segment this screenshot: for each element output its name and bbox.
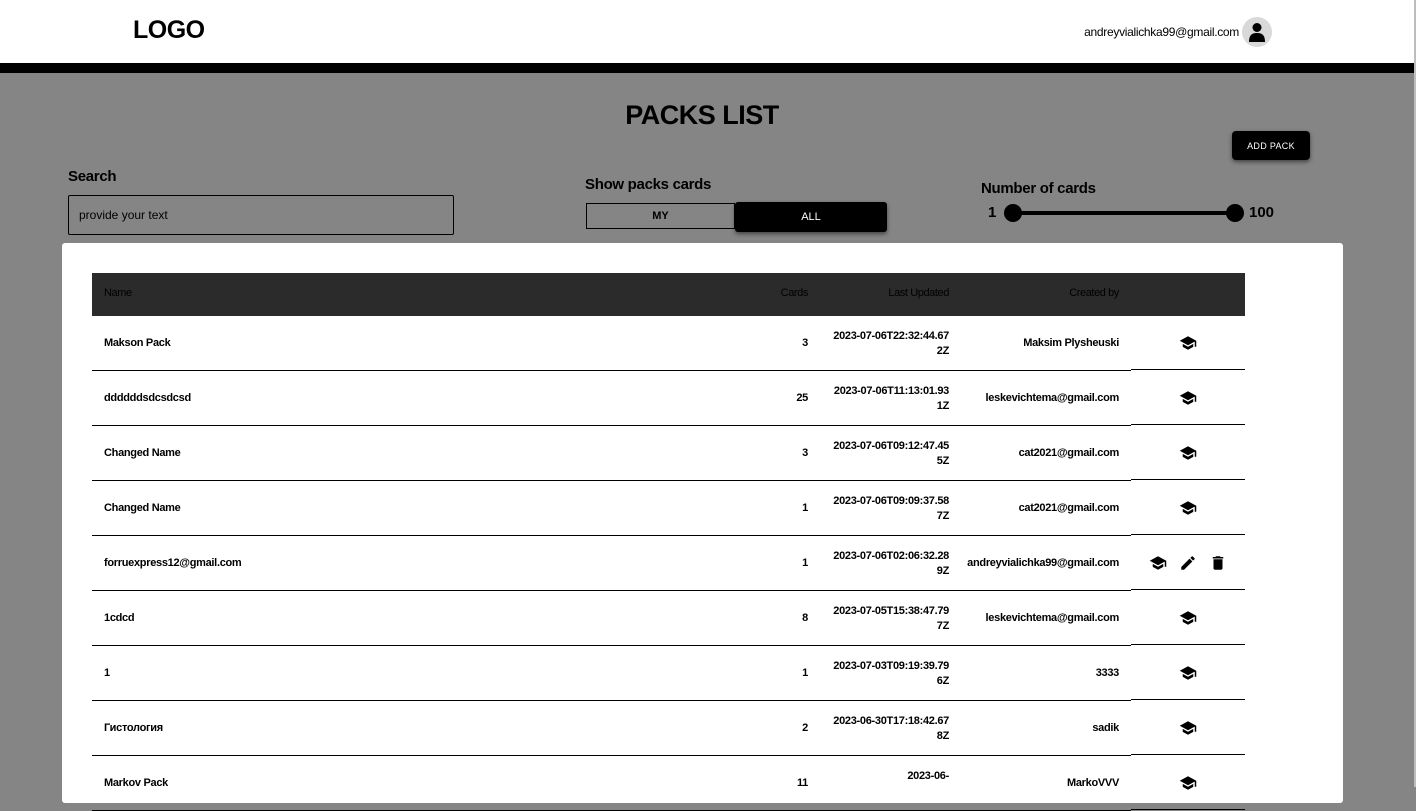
range-slider-max-thumb[interactable] bbox=[1226, 204, 1244, 222]
column-header-last-updated[interactable]: Last Updated bbox=[888, 287, 949, 299]
row-divider-actions bbox=[1131, 534, 1245, 535]
pack-name-cell[interactable]: ddddddsdcsdcsd bbox=[104, 392, 191, 404]
row-divider-actions bbox=[1131, 644, 1245, 645]
edit-icon[interactable] bbox=[1179, 554, 1197, 572]
toggle-all-button[interactable]: ALL bbox=[735, 202, 887, 232]
last-updated-cell: 2023-06-30T17:18:42.678Z bbox=[833, 715, 949, 742]
range-slider-min-thumb[interactable] bbox=[1004, 204, 1022, 222]
table-row: ddddddsdcsdcsd 25 2023-07-06T11:13:01.931Z… bbox=[92, 371, 1245, 426]
learn-icon[interactable] bbox=[1179, 609, 1197, 627]
pack-name-cell[interactable]: Markov Pack bbox=[104, 777, 168, 789]
last-updated-cell: 2023-07-06T09:12:47.455Z bbox=[833, 440, 949, 467]
table-row: 1 1 2023-07-03T09:19:39.796Z 3333 bbox=[92, 646, 1245, 701]
cards-count-cell: 3 bbox=[802, 447, 808, 459]
avatar[interactable] bbox=[1242, 17, 1272, 47]
row-divider-actions bbox=[1131, 369, 1245, 370]
page-title: PACKS LIST bbox=[625, 100, 779, 130]
row-actions bbox=[1131, 554, 1245, 572]
learn-icon[interactable] bbox=[1179, 444, 1197, 462]
search-label: Search bbox=[68, 168, 117, 185]
learn-icon[interactable] bbox=[1179, 719, 1197, 737]
row-divider-actions bbox=[1131, 699, 1245, 700]
cards-count-cell: 1 bbox=[802, 502, 808, 514]
last-updated-cell: 2023-07-05T15:38:47.797Z bbox=[833, 605, 949, 632]
column-header-created-by[interactable]: Created by bbox=[1069, 287, 1119, 299]
search-input[interactable] bbox=[68, 195, 454, 235]
table-row: forruexpress12@gmail.com 1 2023-07-06T02:0… bbox=[92, 536, 1245, 591]
row-actions bbox=[1131, 389, 1245, 407]
pack-name-cell[interactable]: Makson Pack bbox=[104, 337, 171, 349]
cards-count-cell: 11 bbox=[796, 777, 808, 789]
cards-count-cell: 1 bbox=[802, 667, 808, 679]
column-header-cards[interactable]: Cards bbox=[781, 287, 809, 299]
top-header: LOGO andreyvialichka99@gmail.com bbox=[0, 0, 1414, 73]
table-row: 1cdcd 8 2023-07-05T15:38:47.797Z leskevicht… bbox=[92, 591, 1245, 646]
user-email[interactable]: andreyvialichka99@gmail.com bbox=[1084, 25, 1239, 39]
row-actions bbox=[1131, 664, 1245, 682]
range-min-value: 1 bbox=[988, 204, 997, 221]
table-header: Name Cards Last Updated Created by bbox=[92, 273, 1245, 316]
learn-icon[interactable] bbox=[1179, 389, 1197, 407]
column-header-name[interactable]: Name bbox=[104, 287, 132, 299]
cards-count-cell: 2 bbox=[802, 722, 808, 734]
pack-name-cell[interactable]: Changed Name bbox=[104, 502, 181, 514]
pack-name-cell[interactable]: 1cdcd bbox=[104, 612, 135, 624]
logo[interactable]: LOGO bbox=[133, 16, 205, 45]
delete-icon[interactable] bbox=[1209, 554, 1227, 572]
pack-name-cell[interactable]: 1 bbox=[104, 667, 110, 679]
user-icon bbox=[1249, 23, 1265, 42]
row-divider-actions bbox=[1131, 589, 1245, 590]
range-slider-track[interactable] bbox=[1012, 211, 1235, 215]
show-packs-label: Show packs cards bbox=[585, 176, 712, 193]
row-actions bbox=[1131, 719, 1245, 737]
created-by-cell: leskevichtema@gmail.com bbox=[985, 392, 1120, 404]
learn-icon[interactable] bbox=[1179, 334, 1197, 352]
last-updated-cell: 2023-07-06T02:06:32.289Z bbox=[833, 550, 949, 577]
created-by-cell: Maksim Plysheuski bbox=[1023, 337, 1119, 349]
table-row: Makson Pack 3 2023-07-06T22:32:44.672Z Maks… bbox=[92, 316, 1245, 371]
table-row: Гистология 2 2023-06-30T17:18:42.678Z sadik bbox=[92, 701, 1245, 756]
add-pack-button[interactable]: ADD PACK bbox=[1232, 131, 1310, 160]
row-actions bbox=[1131, 334, 1245, 352]
row-actions bbox=[1131, 499, 1245, 517]
learn-icon[interactable] bbox=[1179, 499, 1197, 517]
row-divider-actions bbox=[1131, 754, 1245, 755]
table-row: Changed Name 1 2023-07-06T09:09:37.587Z cat… bbox=[92, 481, 1245, 536]
table-row: Markov Pack 11 2023-06- MarkoVVV bbox=[92, 756, 1245, 811]
learn-icon[interactable] bbox=[1179, 774, 1197, 792]
created-by-cell: leskevichtema@gmail.com bbox=[985, 612, 1120, 624]
cards-count-cell: 25 bbox=[796, 392, 808, 404]
cards-count-cell: 3 bbox=[802, 337, 808, 349]
last-updated-cell: 2023-07-06T22:32:44.672Z bbox=[833, 330, 949, 357]
row-actions bbox=[1131, 774, 1245, 792]
row-divider-actions bbox=[1131, 424, 1245, 425]
pack-name-cell[interactable]: forruexpress12@gmail.com bbox=[104, 557, 242, 569]
cards-count-cell: 1 bbox=[802, 557, 808, 569]
last-updated-cell: 2023-07-06T09:09:37.587Z bbox=[833, 495, 949, 522]
created-by-cell: MarkoVVV bbox=[1066, 777, 1119, 789]
created-by-cell: sadik bbox=[1092, 722, 1119, 734]
created-by-cell: cat2021@gmail.com bbox=[1018, 502, 1120, 514]
learn-icon[interactable] bbox=[1179, 664, 1197, 682]
pack-name-cell[interactable]: Changed Name bbox=[104, 447, 181, 459]
learn-icon[interactable] bbox=[1149, 554, 1167, 572]
table-body: Makson Pack 3 2023-07-06T22:32:44.672Z Maks… bbox=[92, 316, 1245, 811]
number-of-cards-label: Number of cards bbox=[981, 180, 1096, 197]
created-by-cell: andreyvialichka99@gmail.com bbox=[967, 557, 1119, 569]
pack-name-cell[interactable]: Гистология bbox=[104, 722, 163, 734]
created-by-cell: cat2021@gmail.com bbox=[1018, 447, 1120, 459]
row-actions bbox=[1131, 609, 1245, 627]
last-updated-cell: 2023-07-06T11:13:01.931Z bbox=[833, 385, 949, 412]
toggle-my-button[interactable]: MY bbox=[586, 203, 735, 229]
table-row: Changed Name 3 2023-07-06T09:12:47.455Z cat… bbox=[92, 426, 1245, 481]
row-divider-actions bbox=[1131, 479, 1245, 480]
packs-table: Name Cards Last Updated Created by Makso… bbox=[92, 273, 1245, 811]
range-max-value: 100 bbox=[1249, 204, 1275, 221]
row-actions bbox=[1131, 444, 1245, 462]
created-by-cell: 3333 bbox=[1095, 667, 1120, 679]
last-updated-cell: 2023-06- bbox=[907, 770, 949, 782]
row-divider-actions bbox=[1131, 809, 1245, 810]
last-updated-cell: 2023-07-03T09:19:39.796Z bbox=[833, 660, 949, 687]
cards-count-cell: 8 bbox=[802, 612, 808, 624]
